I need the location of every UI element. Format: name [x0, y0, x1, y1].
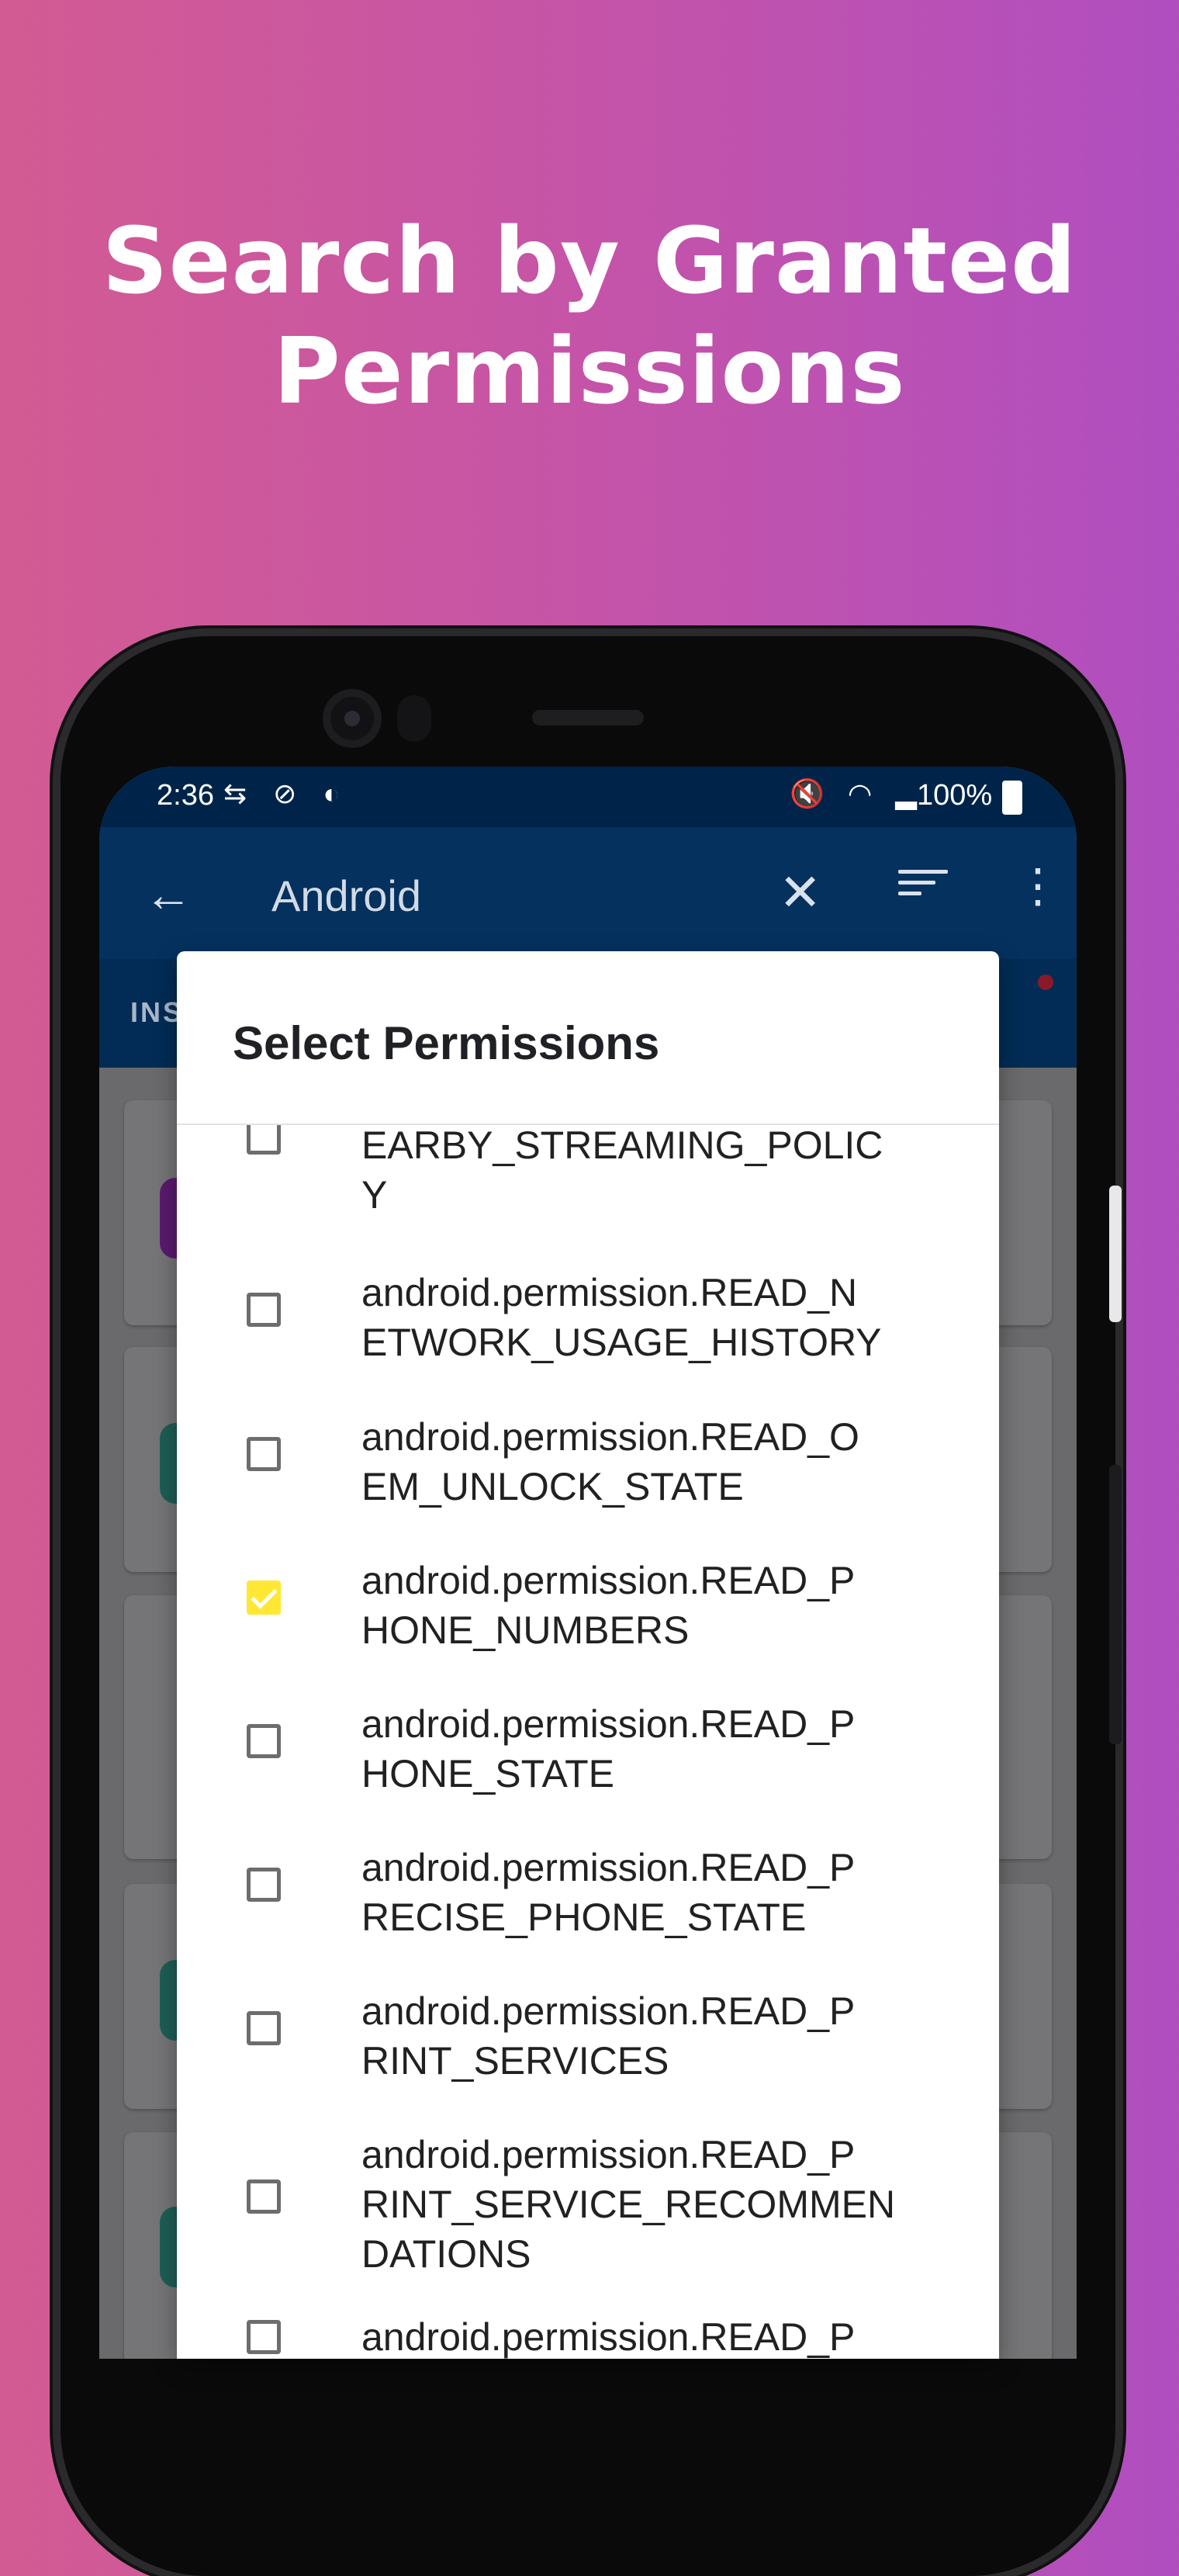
checkbox-unchecked[interactable] — [247, 1868, 281, 1902]
permission-label: android.permission.READ_O EM_UNLOCK_STAT… — [361, 1415, 859, 1508]
more-options-icon[interactable]: ⋮ — [1015, 863, 1061, 909]
notification-dot — [1038, 975, 1053, 990]
app-toolbar: ← Android ✕ ⋮ — [99, 827, 1077, 959]
permission-item[interactable]: android.permission.READ_N ETWORK_USAGE_H… — [177, 1268, 999, 1367]
permission-label: android.permission.READ_P HONE_NUMBERS — [361, 1559, 856, 1652]
permission-list[interactable]: EARBY_STREAMING_POLIC Y android.permissio… — [177, 1125, 999, 2359]
headline-line-1: Search by Granted — [102, 207, 1077, 314]
tab-installed[interactable]: INS — [130, 996, 184, 1029]
permission-label: android.permission.READ_N ETWORK_USAGE_H… — [361, 1271, 882, 1364]
checkbox-unchecked[interactable] — [247, 1437, 281, 1471]
checkbox-unchecked[interactable] — [247, 2011, 281, 2045]
dialog-title: Select Permissions — [233, 1017, 660, 1069]
checkbox-unchecked[interactable] — [247, 2320, 281, 2354]
permission-item[interactable]: android.permission.READ_P RINT_SERVICES — [177, 1986, 999, 2086]
permission-label: EARBY_STREAMING_POLIC Y — [361, 1125, 883, 1217]
permission-label: android.permission.READ_P RINT_SERVICES — [361, 1989, 856, 2083]
permission-item[interactable]: android.permission.READ_P RINT_SERVICE_R… — [177, 2130, 999, 2279]
notification-icons: ⇆ ⊘ ◐ — [223, 777, 350, 809]
permission-item[interactable]: android.permission.READ_O EM_UNLOCK_STAT… — [177, 1412, 999, 1511]
sort-icon[interactable] — [898, 863, 948, 909]
permission-label: android.permission.READ_P RINT_SERVICE_R… — [361, 2133, 896, 2276]
permission-item[interactable]: android.permission.READ_P RECISE_PHONE_S… — [177, 1843, 999, 1942]
permission-item[interactable]: android.permission.READ_P HONE_STATE — [177, 1699, 999, 1799]
clear-search-icon[interactable]: ✕ — [779, 863, 821, 923]
checkbox-unchecked[interactable] — [247, 2180, 281, 2214]
search-input[interactable]: Android — [271, 871, 421, 921]
front-camera-icon — [323, 689, 382, 748]
select-permissions-dialog: Select Permissions EARBY_STREAMING_POLIC… — [177, 951, 999, 2359]
checkbox-unchecked[interactable] — [247, 1293, 281, 1327]
permission-label: android.permission.READ_P — [361, 2315, 856, 2359]
permission-label: android.permission.READ_P RECISE_PHONE_S… — [361, 1846, 856, 1939]
headline-line-2: Permissions — [273, 317, 906, 424]
phone-side-button — [1109, 1186, 1122, 1322]
permission-label: android.permission.READ_P HONE_STATE — [361, 1702, 856, 1795]
battery-icon — [1002, 781, 1022, 815]
checkbox-unchecked[interactable] — [247, 1724, 281, 1758]
promo-headline: Search by Granted Permissions — [0, 206, 1179, 426]
earpiece-speaker — [532, 710, 644, 725]
status-bar: 2:36 ⇆ ⊘ ◐ 🔇 ◠ ▂ 100% — [99, 767, 1077, 827]
checkbox-checked[interactable] — [247, 1581, 281, 1615]
permission-item[interactable]: android.permission.READ_P — [177, 2312, 999, 2359]
battery-percent: 100% — [917, 779, 993, 812]
back-arrow-icon[interactable]: ← — [144, 867, 192, 923]
checkbox-unchecked[interactable] — [247, 1125, 281, 1155]
permission-item[interactable]: android.permission.READ_P HONE_NUMBERS — [177, 1556, 999, 1655]
phone-volume-button — [1109, 1465, 1122, 1744]
permission-item[interactable]: EARBY_STREAMING_POLIC Y — [177, 1125, 999, 1220]
proximity-sensor — [397, 695, 431, 742]
system-status-icons: 🔇 ◠ ▂ — [790, 777, 925, 809]
status-time: 2:36 — [157, 779, 214, 812]
